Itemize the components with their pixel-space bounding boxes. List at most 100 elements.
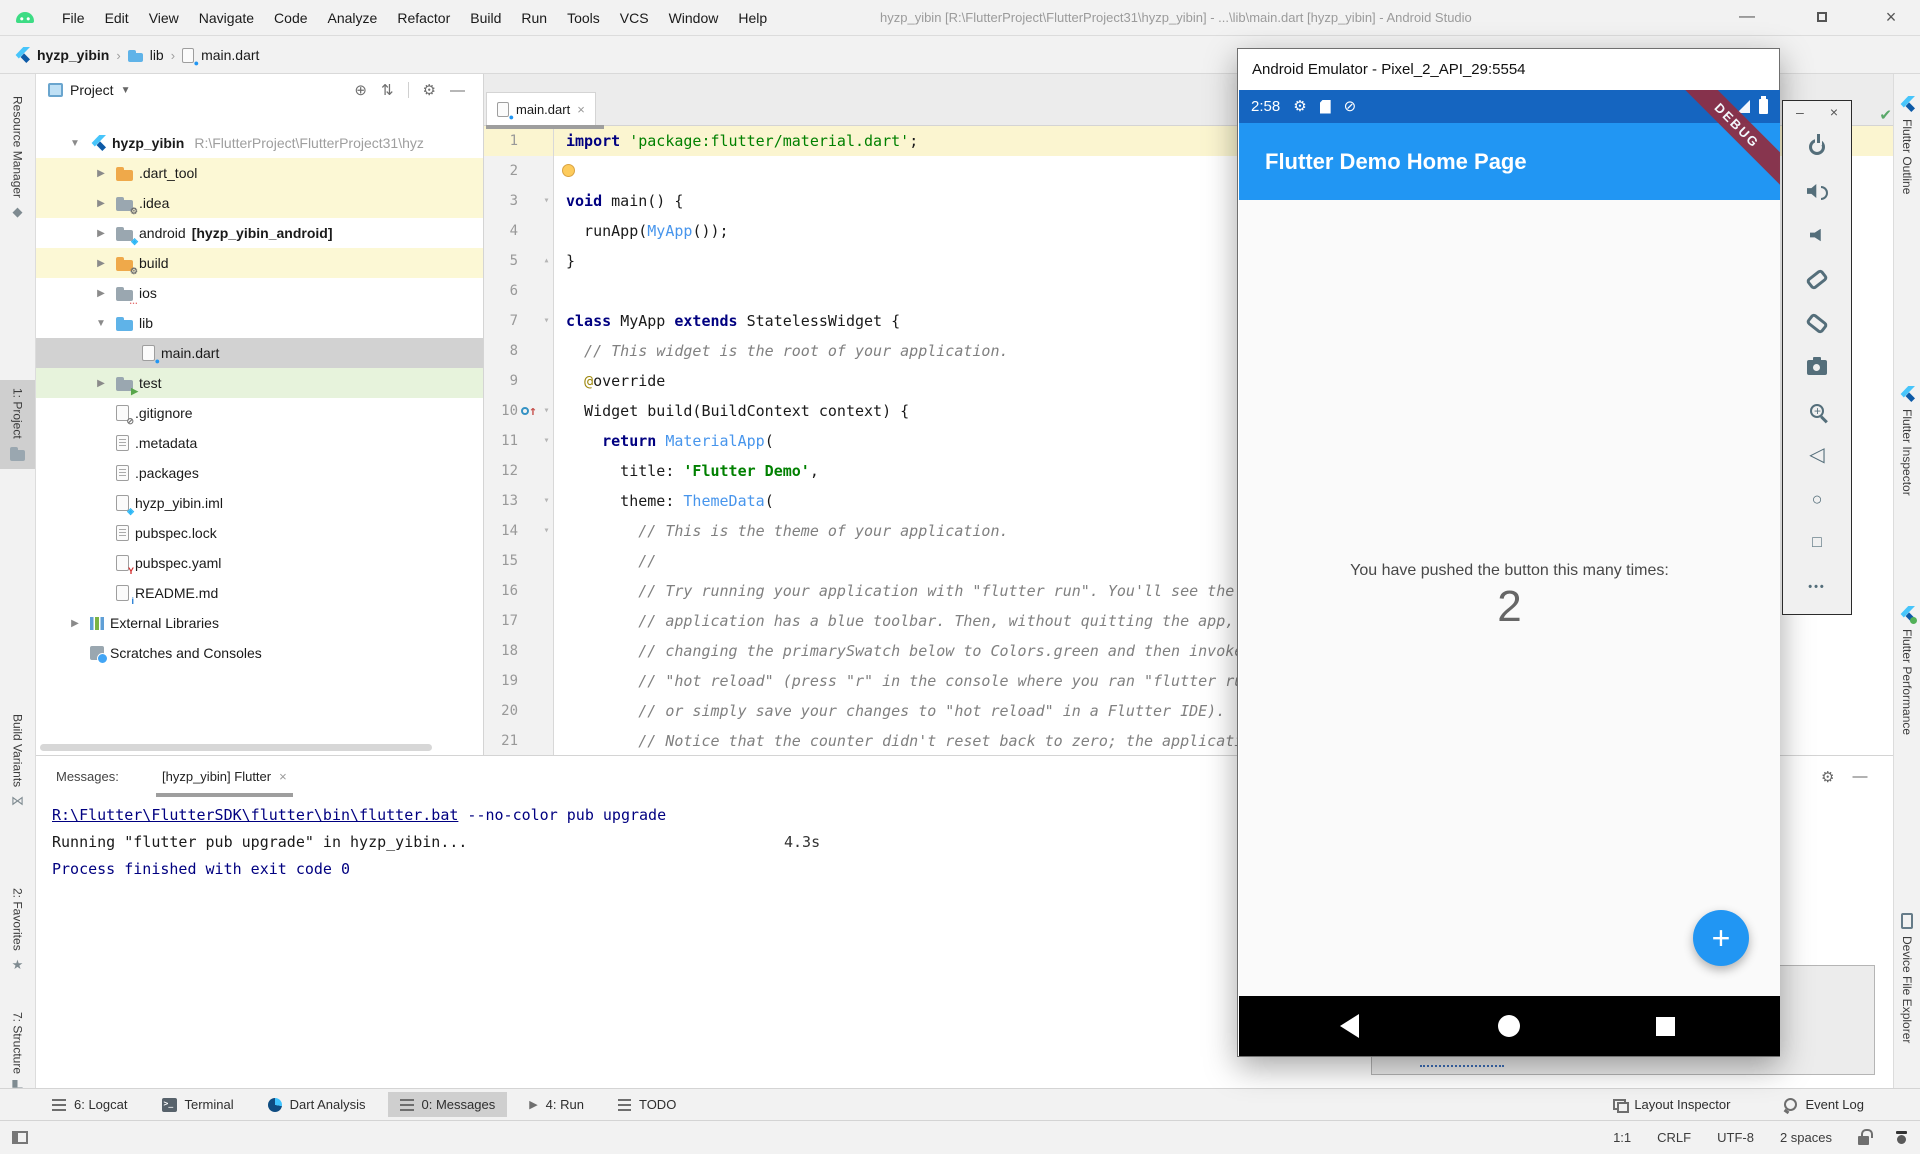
stripe-tab-flutter-inspector[interactable]: Flutter Inspector (1894, 378, 1920, 504)
line-number[interactable]: 10 (484, 396, 518, 426)
menu-help[interactable]: Help (728, 0, 777, 36)
expand-chevron-icon[interactable]: ▶ (92, 228, 110, 239)
settings-gear-icon[interactable]: ⚙ (423, 81, 436, 99)
emulator-rotate-left-button[interactable] (1783, 257, 1851, 301)
tree-row-main-dart[interactable]: ●main.dart (36, 338, 483, 368)
emulator-window-title[interactable]: Android Emulator - Pixel_2_API_29:5554 (1238, 49, 1779, 90)
locate-file-button[interactable]: ⊕ (354, 81, 367, 99)
line-number[interactable]: 19 (484, 666, 518, 696)
toolwindow-button-0-messages[interactable]: 0: Messages (388, 1092, 508, 1117)
stripe-tab-flutter-performance[interactable]: Flutter Performance (1894, 598, 1920, 743)
toolwindow-button-4-run[interactable]: ▶4: Run (517, 1092, 596, 1117)
toolwindow-button-terminal[interactable]: Terminal (150, 1092, 246, 1117)
toolwindow-button-6-logcat[interactable]: 6: Logcat (40, 1092, 140, 1117)
menu-tools[interactable]: Tools (557, 0, 610, 36)
tree-row-scratches-and-consoles[interactable]: Scratches and Consoles (36, 638, 483, 668)
status-utf-8[interactable]: UTF-8 (1717, 1130, 1754, 1145)
emulator-camera-button[interactable] (1783, 345, 1851, 389)
collapse-all-button[interactable]: ⇅ (381, 81, 394, 99)
expand-chevron-icon[interactable]: ▶ (92, 288, 110, 299)
tree-row-packages[interactable]: .packages (36, 458, 483, 488)
status-2-spaces[interactable]: 2 spaces (1780, 1130, 1832, 1145)
console-link[interactable]: R:\Flutter\FlutterSDK\flutter\bin\flutte… (52, 806, 458, 824)
stripe-tab-device-file-explorer[interactable]: Device File Explorer (1894, 905, 1920, 1051)
line-number[interactable]: 15 (484, 546, 518, 576)
fold-icon[interactable]: ▴ (540, 246, 553, 276)
line-number[interactable]: 14 (484, 516, 518, 546)
settings-gear-icon[interactable]: ⚙ (1821, 768, 1834, 786)
tree-row-readme-md[interactable]: iREADME.md (36, 578, 483, 608)
overrides-icon[interactable] (521, 407, 529, 415)
intention-bulb-icon[interactable] (562, 164, 575, 177)
stripe-tab-flutter-outline[interactable]: Flutter Outline (1894, 88, 1920, 202)
menu-view[interactable]: View (139, 0, 189, 36)
window-minimize-button[interactable]: — (1727, 0, 1767, 36)
line-number[interactable]: 21 (484, 726, 518, 755)
line-number[interactable]: 4 (484, 216, 518, 246)
menu-run[interactable]: Run (511, 0, 557, 36)
toolwindow-button-layout-inspector[interactable]: Layout Inspector (1601, 1092, 1742, 1117)
toolwindow-switcher-icon[interactable] (12, 1131, 28, 1144)
menu-navigate[interactable]: Navigate (189, 0, 264, 36)
emulator-volume-up-button[interactable] (1783, 169, 1851, 213)
stripe-tab-resource-manager[interactable]: Resource Manager◆ (0, 88, 35, 226)
fold-icon[interactable]: ▾ (540, 186, 553, 216)
line-number[interactable]: 13 (484, 486, 518, 516)
fold-icon[interactable]: ▾ (540, 516, 553, 546)
tree-row-dart-tool[interactable]: ▶.dart_tool (36, 158, 483, 188)
emulator-rotate-right-button[interactable] (1783, 301, 1851, 345)
line-number[interactable]: 6 (484, 276, 518, 306)
close-icon[interactable]: × (279, 769, 287, 784)
line-number[interactable]: 2 (484, 156, 518, 186)
expand-chevron-icon[interactable]: ▼ (66, 138, 84, 149)
unlocked-padlock-icon[interactable] (1858, 1136, 1869, 1145)
menu-build[interactable]: Build (460, 0, 511, 36)
window-close-button[interactable]: × (1871, 0, 1911, 36)
hector-inspector-icon[interactable] (1895, 1131, 1908, 1144)
window-maximize-button[interactable] (1802, 0, 1842, 36)
menu-code[interactable]: Code (264, 0, 317, 36)
emulator-power-button[interactable] (1783, 125, 1851, 169)
project-view-label[interactable]: Project (70, 82, 114, 98)
line-number[interactable]: 12 (484, 456, 518, 486)
tree-row-pubspec-yaml[interactable]: Ypubspec.yaml (36, 548, 483, 578)
stripe-tab-2-favorites[interactable]: 2: Favorites★ (0, 880, 35, 979)
fold-icon[interactable]: ▾ (540, 486, 553, 516)
emulator-more-button[interactable]: ••• (1783, 565, 1851, 609)
expand-chevron-icon[interactable]: ▼ (92, 318, 110, 329)
status-1-1[interactable]: 1:1 (1613, 1130, 1631, 1145)
fold-icon[interactable]: ▾ (540, 306, 553, 336)
line-number[interactable]: 7 (484, 306, 518, 336)
line-number[interactable]: 11 (484, 426, 518, 456)
tree-row-test[interactable]: ▶▶test (36, 368, 483, 398)
nav-recents-button[interactable] (1656, 1017, 1675, 1036)
inspection-ok-icon[interactable]: ✔ (1879, 106, 1892, 124)
fold-icon[interactable]: ▾ (540, 396, 553, 426)
menu-file[interactable]: File (52, 0, 95, 36)
tree-row-metadata[interactable]: .metadata (36, 428, 483, 458)
tree-row-android[interactable]: ▶◈android [hyzp_yibin_android] (36, 218, 483, 248)
line-number[interactable]: 5 (484, 246, 518, 276)
expand-chevron-icon[interactable]: ▶ (66, 618, 84, 629)
menu-vcs[interactable]: VCS (610, 0, 659, 36)
tree-row-build[interactable]: ▶⚙build (36, 248, 483, 278)
breadcrumb-file[interactable]: main.dart (201, 47, 259, 63)
expand-chevron-icon[interactable]: ▶ (92, 198, 110, 209)
menu-analyze[interactable]: Analyze (318, 0, 388, 36)
line-number[interactable]: 1 (484, 126, 518, 156)
line-number[interactable]: 9 (484, 366, 518, 396)
emulator-zoom-button[interactable] (1783, 389, 1851, 433)
line-number[interactable]: 8 (484, 336, 518, 366)
line-number[interactable]: 18 (484, 636, 518, 666)
emulator-volume-down-button[interactable] (1783, 213, 1851, 257)
hide-panel-button[interactable]: — (450, 82, 465, 99)
menu-edit[interactable]: Edit (95, 0, 139, 36)
close-icon[interactable]: × (577, 102, 585, 117)
tree-row-gitignore[interactable]: ⊘.gitignore (36, 398, 483, 428)
editor-tab-main-dart[interactable]: ● main.dart × (486, 92, 596, 125)
hide-panel-button[interactable]: — (1852, 768, 1867, 785)
increment-fab-button[interactable]: + (1693, 910, 1749, 966)
horizontal-scrollbar[interactable] (40, 744, 432, 751)
close-button[interactable]: × (1830, 104, 1838, 125)
tree-row-hyzp-yibin[interactable]: ▼hyzp_yibinR:\FlutterProject\FlutterProj… (36, 128, 483, 158)
